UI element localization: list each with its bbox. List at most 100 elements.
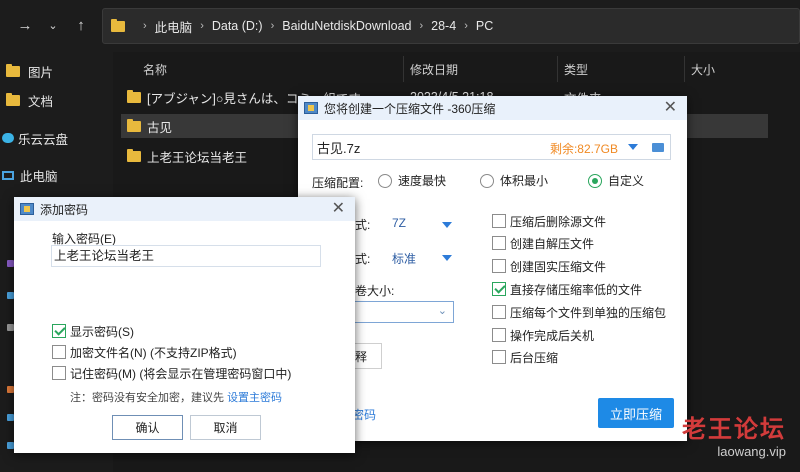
- add-password-link[interactable]: 密码: [352, 406, 376, 423]
- option-shutdown[interactable]: 操作完成后关机: [492, 326, 594, 344]
- checkbox-label: 压缩每个文件到单独的压缩包: [510, 305, 667, 320]
- drive-icon[interactable]: [7, 260, 14, 267]
- level-dropdown[interactable]: 标准: [392, 250, 416, 267]
- option-self-extract[interactable]: 创建自解压文件: [492, 234, 594, 252]
- column-divider[interactable]: [557, 56, 558, 82]
- breadcrumb-item[interactable]: PC: [476, 19, 493, 33]
- radio-label: 自定义: [608, 174, 645, 188]
- folder-icon: [6, 92, 20, 106]
- dialog-titlebar[interactable]: 您将创建一个压缩文件 -360压缩 ✕: [298, 96, 687, 120]
- dropdown-arrow-icon[interactable]: [442, 255, 452, 261]
- column-divider[interactable]: [403, 56, 404, 82]
- drive-icon[interactable]: [7, 442, 14, 449]
- option-store-low-ratio[interactable]: 直接存储压缩率低的文件: [492, 280, 642, 298]
- column-header-date[interactable]: 修改日期: [410, 58, 458, 82]
- checkbox[interactable]: [492, 214, 506, 228]
- checkbox-label: 加密文件名(N) (不支持ZIP格式): [70, 345, 237, 360]
- up-arrow-icon[interactable]: ↑: [72, 17, 90, 35]
- checkbox-label: 创建固实压缩文件: [510, 259, 607, 274]
- breadcrumb-item[interactable]: 此电脑: [155, 17, 193, 36]
- chevron-down-icon[interactable]: ⌄: [44, 17, 62, 35]
- checkbox[interactable]: [492, 328, 506, 342]
- address-toolbar: → ⌄ ↑ › 此电脑 › Data (D:) › BaiduNetdiskDo…: [0, 0, 800, 52]
- archive-name-field[interactable]: 古见.7z 剩余:82.7GB: [312, 134, 671, 160]
- add-password-dialog: 添加密码 ✕ 输入密码(E) 上老王论坛当老王 显示密码(S) 加密文件名(N)…: [14, 197, 355, 453]
- watermark-url: laowang.vip: [717, 444, 786, 459]
- browse-folder-icon[interactable]: [652, 143, 664, 152]
- checkbox-checked[interactable]: [492, 282, 506, 296]
- compress-now-button[interactable]: 立即压缩: [598, 398, 674, 428]
- drive-icon[interactable]: [7, 292, 14, 299]
- sidebar-item-documents[interactable]: 文档: [6, 90, 53, 110]
- radio-custom[interactable]: 自定义: [588, 172, 644, 189]
- confirm-button[interactable]: 确认: [112, 415, 183, 440]
- breadcrumb-item[interactable]: BaiduNetdiskDownload: [282, 19, 411, 33]
- option-background[interactable]: 后台压缩: [492, 348, 558, 366]
- volume-size-select[interactable]: ⌄: [352, 301, 454, 323]
- chevron-right-icon: ›: [200, 20, 204, 32]
- close-icon[interactable]: ✕: [664, 99, 677, 117]
- sidebar-item-pictures[interactable]: 图片: [6, 61, 53, 81]
- checkbox[interactable]: [492, 305, 506, 319]
- comment-button[interactable]: 释: [352, 343, 382, 369]
- dropdown-arrow-icon[interactable]: [628, 144, 638, 150]
- option-separate-archives[interactable]: 压缩每个文件到单独的压缩包: [492, 303, 666, 321]
- password-input[interactable]: 上老王论坛当老王: [51, 245, 321, 267]
- address-bar[interactable]: › 此电脑 › Data (D:) › BaiduNetdiskDownload…: [102, 8, 800, 44]
- checkbox-label: 创建自解压文件: [510, 236, 595, 251]
- format-label: 式:: [355, 218, 371, 232]
- radio-circle-selected: [588, 173, 602, 188]
- radio-circle: [378, 173, 392, 188]
- sidebar-item-label: 此电脑: [20, 169, 58, 184]
- close-icon[interactable]: ✕: [332, 200, 345, 218]
- radio-smallest[interactable]: 体积最小: [480, 172, 548, 189]
- checkbox-label: 后台压缩: [510, 350, 559, 365]
- watermark-logo: 老王论坛 laowang.vip: [682, 416, 786, 459]
- checkbox-checked[interactable]: [52, 324, 66, 338]
- sidebar-item-label: 乐云云盘: [18, 132, 69, 147]
- list-item[interactable]: 古见: [127, 115, 172, 137]
- dialog-titlebar[interactable]: 添加密码 ✕: [14, 197, 355, 221]
- option-remember-password[interactable]: 记住密码(M) (将会显示在管理密码窗口中): [52, 364, 291, 382]
- radio-label: 速度最快: [398, 174, 447, 188]
- breadcrumb-item[interactable]: 28-4: [431, 19, 456, 33]
- forward-arrow-icon[interactable]: →: [16, 17, 34, 35]
- radio-label: 体积最小: [500, 174, 549, 188]
- checkbox[interactable]: [492, 259, 506, 273]
- column-header-type[interactable]: 类型: [564, 58, 588, 82]
- checkbox-label: 操作完成后关机: [510, 328, 595, 343]
- set-master-password-link[interactable]: 设置主密码: [227, 392, 282, 404]
- column-divider[interactable]: [684, 56, 685, 82]
- dropdown-arrow-icon[interactable]: [442, 222, 452, 228]
- app-icon: [20, 203, 34, 215]
- checkbox[interactable]: [492, 236, 506, 250]
- checkbox[interactable]: [492, 350, 506, 364]
- checkbox[interactable]: [52, 345, 66, 359]
- cloud-icon: [2, 133, 14, 143]
- checkbox-label: 记住密码(M) (将会显示在管理密码窗口中): [70, 366, 292, 381]
- folder-icon: [127, 118, 141, 132]
- drive-icon[interactable]: [7, 386, 14, 393]
- list-item[interactable]: 上老王论坛当老王: [127, 145, 247, 167]
- option-delete-source[interactable]: 压缩后删除源文件: [492, 212, 606, 230]
- drive-icon[interactable]: [7, 324, 14, 331]
- option-solid[interactable]: 创建固实压缩文件: [492, 257, 606, 275]
- sidebar-item-cloud[interactable]: 乐云云盘: [2, 128, 68, 148]
- column-header-name[interactable]: 名称: [143, 58, 167, 82]
- format-dropdown[interactable]: 7Z: [392, 216, 406, 230]
- dialog-title: 添加密码: [40, 202, 89, 217]
- drive-icon[interactable]: [7, 414, 14, 421]
- checkbox[interactable]: [52, 366, 66, 380]
- option-encrypt-filenames[interactable]: 加密文件名(N) (不支持ZIP格式): [52, 343, 237, 361]
- sidebar-item-this-pc[interactable]: 此电脑: [2, 165, 58, 185]
- column-header-size[interactable]: 大小: [691, 58, 715, 82]
- app-icon: [304, 102, 318, 114]
- file-name: 上老王论坛当老王: [147, 150, 248, 165]
- radio-fastest[interactable]: 速度最快: [378, 172, 446, 189]
- sidebar-item-label: 文档: [28, 94, 54, 109]
- option-show-password[interactable]: 显示密码(S): [52, 322, 134, 340]
- archive-name-value: 古见.7z: [317, 140, 361, 156]
- cancel-button[interactable]: 取消: [190, 415, 261, 440]
- note-text: 注：密码没有安全加密，建议先: [70, 392, 224, 404]
- breadcrumb-item[interactable]: Data (D:): [212, 19, 263, 33]
